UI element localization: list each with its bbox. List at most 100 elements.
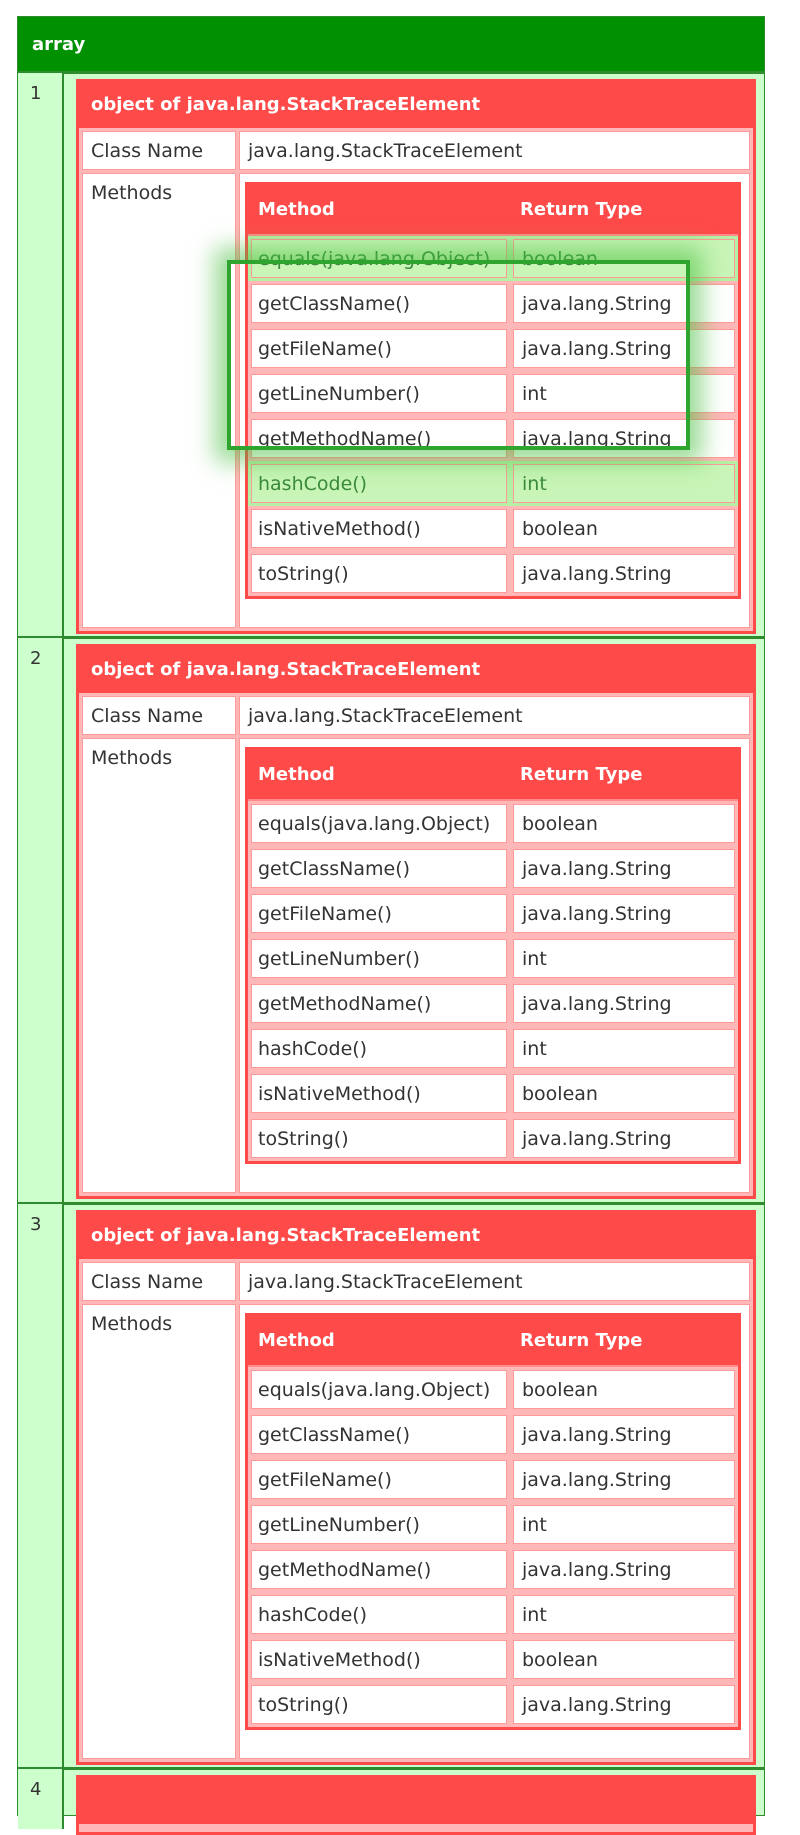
methods-label: Methods bbox=[82, 1304, 236, 1759]
method-return-type: boolean bbox=[513, 804, 735, 843]
object-table bbox=[76, 1775, 756, 1835]
methods-label: Methods bbox=[82, 173, 236, 628]
method-return-type: int bbox=[513, 1029, 735, 1068]
method-row: equals(java.lang.Object) boolean bbox=[248, 1367, 738, 1412]
array-row: 1 object of java.lang.StackTraceElement Cl… bbox=[18, 71, 764, 638]
object-title: object of java.lang.StackTraceElement bbox=[79, 82, 753, 128]
method-name: hashCode() bbox=[251, 1029, 507, 1068]
method-return-type: java.lang.String bbox=[513, 894, 735, 933]
method-return-type: boolean bbox=[513, 509, 735, 548]
method-column-header: Method bbox=[258, 1330, 335, 1351]
method-name: getMethodName() bbox=[251, 1550, 507, 1589]
method-return-type: java.lang.String bbox=[513, 284, 735, 323]
row-index: 4 bbox=[18, 1769, 64, 1829]
method-return-type: java.lang.String bbox=[513, 984, 735, 1023]
methods-cell: Method Return Type equals(java.lang.Object… bbox=[239, 1304, 750, 1759]
method-return-type: java.lang.String bbox=[513, 849, 735, 888]
method-return-type: int bbox=[513, 939, 735, 978]
method-name: toString() bbox=[251, 1119, 507, 1158]
method-row: getLineNumber() int bbox=[248, 371, 738, 416]
method-row: getFileName() java.lang.String bbox=[248, 326, 738, 371]
methods-label: Methods bbox=[82, 738, 236, 1193]
method-return-type: java.lang.String bbox=[513, 1685, 735, 1724]
method-return-type: boolean bbox=[513, 1074, 735, 1113]
method-return-type: boolean bbox=[513, 1370, 735, 1409]
methods-table: Method Return Type equals(java.lang.Object… bbox=[245, 747, 741, 1164]
method-return-type: java.lang.String bbox=[513, 554, 735, 593]
class-name-label: Class Name bbox=[82, 696, 236, 735]
return-type-column-header: Return Type bbox=[520, 764, 643, 785]
methods-table: Method Return Type equals(java.lang.Object… bbox=[245, 1313, 741, 1730]
object-table: object of java.lang.StackTraceElement Cla… bbox=[76, 79, 756, 634]
method-return-type: int bbox=[513, 374, 735, 413]
array-row: 2 object of java.lang.StackTraceElement Cl… bbox=[18, 636, 764, 1204]
method-row: getMethodName() java.lang.String bbox=[248, 1547, 738, 1592]
method-row: getClassName() java.lang.String bbox=[248, 1412, 738, 1457]
method-row: equals(java.lang.Object) boolean bbox=[248, 801, 738, 846]
row-index: 3 bbox=[18, 1204, 64, 1769]
return-type-column-header: Return Type bbox=[520, 1330, 643, 1351]
array-row: 4 bbox=[18, 1767, 764, 1835]
method-name: getMethodName() bbox=[251, 984, 507, 1023]
class-name-label: Class Name bbox=[82, 131, 236, 170]
method-row: equals(java.lang.Object) boolean bbox=[248, 236, 738, 281]
method-return-type: java.lang.String bbox=[513, 1550, 735, 1589]
methods-table-header: Method Return Type bbox=[248, 1316, 738, 1367]
method-name: getFileName() bbox=[251, 894, 507, 933]
method-row: toString() java.lang.String bbox=[248, 1116, 738, 1161]
methods-table: Method Return Type equals(java.lang.Object… bbox=[245, 182, 741, 599]
method-name: toString() bbox=[251, 554, 507, 593]
method-name: isNativeMethod() bbox=[251, 1640, 507, 1679]
method-column-header: Method bbox=[258, 199, 335, 220]
method-row: toString() java.lang.String bbox=[248, 551, 738, 596]
method-row: getMethodName() java.lang.String bbox=[248, 981, 738, 1026]
method-name: getClassName() bbox=[251, 284, 507, 323]
method-row: getLineNumber() int bbox=[248, 936, 738, 981]
method-return-type: int bbox=[513, 464, 735, 503]
method-name: getClassName() bbox=[251, 849, 507, 888]
array-header: array bbox=[18, 17, 764, 73]
method-name: getLineNumber() bbox=[251, 1505, 507, 1544]
method-return-type: int bbox=[513, 1595, 735, 1634]
method-return-type: boolean bbox=[513, 1640, 735, 1679]
method-name: getLineNumber() bbox=[251, 374, 507, 413]
method-name: toString() bbox=[251, 1685, 507, 1724]
methods-cell: Method Return Type equals(java.lang.Object… bbox=[239, 738, 750, 1193]
method-return-type: java.lang.String bbox=[513, 1460, 735, 1499]
method-name: getFileName() bbox=[251, 329, 507, 368]
method-return-type: java.lang.String bbox=[513, 1415, 735, 1454]
row-index: 1 bbox=[18, 73, 64, 638]
methods-table-header: Method Return Type bbox=[248, 750, 738, 801]
method-return-type: java.lang.String bbox=[513, 1119, 735, 1158]
method-row: hashCode() int bbox=[248, 461, 738, 506]
method-row: getClassName() java.lang.String bbox=[248, 281, 738, 326]
method-row: getFileName() java.lang.String bbox=[248, 1457, 738, 1502]
method-name: isNativeMethod() bbox=[251, 1074, 507, 1113]
method-row: getClassName() java.lang.String bbox=[248, 846, 738, 891]
array-row: 3 object of java.lang.StackTraceElement Cl… bbox=[18, 1202, 764, 1769]
method-row: isNativeMethod() boolean bbox=[248, 1071, 738, 1116]
method-row: getLineNumber() int bbox=[248, 1502, 738, 1547]
method-return-type: boolean bbox=[513, 239, 735, 278]
method-return-type: int bbox=[513, 1505, 735, 1544]
method-column-header: Method bbox=[258, 764, 335, 785]
method-row: toString() java.lang.String bbox=[248, 1682, 738, 1727]
method-return-type: java.lang.String bbox=[513, 419, 735, 458]
object-title: object of java.lang.StackTraceElement bbox=[79, 647, 753, 693]
method-name: hashCode() bbox=[251, 1595, 507, 1634]
method-name: equals(java.lang.Object) bbox=[251, 239, 507, 278]
method-name: hashCode() bbox=[251, 464, 507, 503]
method-row: getMethodName() java.lang.String bbox=[248, 416, 738, 461]
method-row: hashCode() int bbox=[248, 1026, 738, 1071]
class-name-value: java.lang.StackTraceElement bbox=[239, 696, 750, 735]
methods-table-header: Method Return Type bbox=[248, 185, 738, 236]
methods-cell: Method Return Type equals(java.lang.Object… bbox=[239, 173, 750, 628]
return-type-column-header: Return Type bbox=[520, 199, 643, 220]
method-name: getMethodName() bbox=[251, 419, 507, 458]
method-return-type: java.lang.String bbox=[513, 329, 735, 368]
row-separator bbox=[18, 1202, 764, 1205]
method-row: getFileName() java.lang.String bbox=[248, 891, 738, 936]
method-name: equals(java.lang.Object) bbox=[251, 804, 507, 843]
object-table: object of java.lang.StackTraceElement Cla… bbox=[76, 644, 756, 1199]
class-name-value: java.lang.StackTraceElement bbox=[239, 131, 750, 170]
